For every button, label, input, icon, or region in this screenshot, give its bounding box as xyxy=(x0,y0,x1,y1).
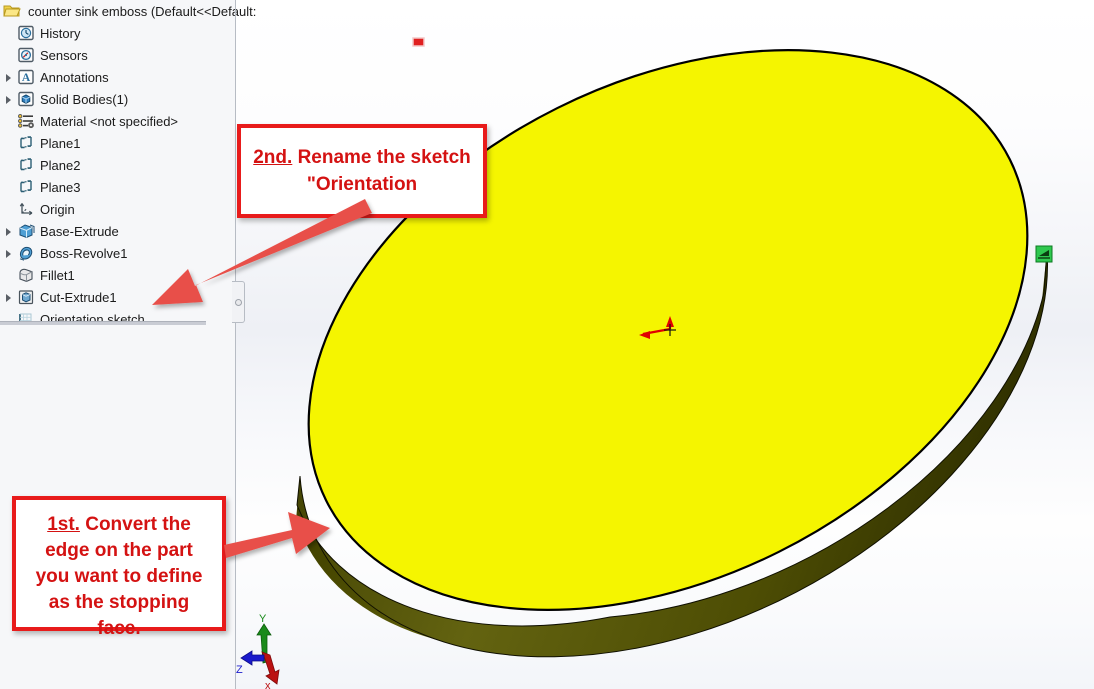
expander[interactable] xyxy=(2,44,16,66)
expander[interactable] xyxy=(2,154,16,176)
tree-item-history[interactable]: History xyxy=(0,22,236,44)
tree-item-annotations[interactable]: A Annotations xyxy=(0,66,236,88)
tree-item-fillet1[interactable]: Fillet1 xyxy=(0,264,236,286)
svg-text:A: A xyxy=(22,72,31,84)
tree-item-plane3-label: Plane3 xyxy=(40,179,81,195)
tree-item-cut-extrude1-label: Cut-Extrude1 xyxy=(40,289,117,305)
expander[interactable] xyxy=(2,132,16,154)
tree-item-solid-bodies[interactable]: Solid Bodies(1) xyxy=(0,88,236,110)
tree-item-solid-bodies-label: Solid Bodies(1) xyxy=(40,91,129,107)
expander[interactable] xyxy=(2,242,16,264)
tree-item-base-extrude-label: Base-Extrude xyxy=(40,223,119,239)
sensors-icon xyxy=(16,46,36,64)
tree-item-plane1[interactable]: Plane1 xyxy=(0,132,236,154)
triad-x-label: x xyxy=(265,680,271,689)
callout-second-step: 2nd. Rename the sketch "Orientation xyxy=(237,124,487,218)
annotations-icon: A xyxy=(16,68,36,86)
tree-item-plane2-label: Plane2 xyxy=(40,157,81,173)
expander[interactable] xyxy=(2,176,16,198)
tree-item-plane2[interactable]: Plane2 xyxy=(0,154,236,176)
tree-item-fillet1-label: Fillet1 xyxy=(40,267,75,283)
history-icon xyxy=(16,24,36,42)
tree-item-sensors-label: Sensors xyxy=(40,47,88,63)
plane-icon xyxy=(16,178,36,196)
callout-second-text: Rename the sketch "Orientation xyxy=(292,147,471,195)
expander[interactable] xyxy=(2,220,16,242)
expander[interactable] xyxy=(2,110,16,132)
cut-extrude-icon xyxy=(16,288,36,306)
tree-item-history-label: History xyxy=(40,25,81,41)
triad-z-label: Z xyxy=(236,664,243,676)
tree-item-plane1-label: Plane1 xyxy=(40,135,81,151)
expander[interactable] xyxy=(2,264,16,286)
expander[interactable] xyxy=(2,22,16,44)
tree-item-sensors[interactable]: Sensors xyxy=(0,44,236,66)
plane-icon xyxy=(16,134,36,152)
tree-item-boss-revolve1-label: Boss-Revolve1 xyxy=(40,245,128,261)
revolve-icon xyxy=(16,244,36,262)
triad-y-label: Y xyxy=(259,613,267,625)
solid-bodies-icon xyxy=(16,90,36,108)
tree-item-material-label: Material <not specified> xyxy=(40,113,179,129)
plane-icon xyxy=(16,156,36,174)
expander[interactable] xyxy=(2,308,16,330)
tree-item-orientation-sketch[interactable]: Orientation sketch xyxy=(0,308,236,330)
callout-first-step: 1st. Convert the edge on the part you wa… xyxy=(12,496,226,639)
origin-icon xyxy=(16,200,36,218)
fillet-icon xyxy=(16,266,36,284)
sketch-icon xyxy=(16,310,36,328)
tree-item-cut-extrude1[interactable]: Cut-Extrude1 xyxy=(0,286,236,308)
expander[interactable] xyxy=(2,66,16,88)
callout-first-number: 1st. xyxy=(47,514,80,535)
coordinate-triad: Y Z x xyxy=(236,613,280,689)
panel-splitter-handle[interactable] xyxy=(232,281,245,323)
expander[interactable] xyxy=(2,286,16,308)
extrude-icon xyxy=(16,222,36,240)
tree-item-base-extrude[interactable]: Base-Extrude xyxy=(0,220,236,242)
callout-second-number: 2nd. xyxy=(253,147,293,168)
red-point-marker-icon[interactable] xyxy=(412,37,425,47)
solidworks-window: Y Z x counter sink emboss (Default<<Defa… xyxy=(0,0,1094,689)
tree-item-plane3[interactable]: Plane3 xyxy=(0,176,236,198)
tree-item-annotations-label: Annotations xyxy=(40,69,109,85)
tree-item-origin[interactable]: Origin xyxy=(0,198,236,220)
feature-tree-list: counter sink emboss (Default<<Default: H… xyxy=(0,0,256,330)
tree-item-root-label: counter sink emboss (Default<<Default: xyxy=(28,3,257,19)
feature-tree-divider xyxy=(0,321,206,325)
on-edge-relation-icon[interactable] xyxy=(1035,245,1053,263)
expander[interactable] xyxy=(2,88,16,110)
tree-item-material[interactable]: Material <not specified> xyxy=(0,110,236,132)
tree-item-root[interactable]: counter sink emboss (Default<<Default: xyxy=(0,0,256,22)
tree-item-origin-label: Origin xyxy=(40,201,75,217)
material-icon xyxy=(16,112,36,130)
tree-item-boss-revolve1[interactable]: Boss-Revolve1 xyxy=(0,242,236,264)
expander[interactable] xyxy=(2,198,16,220)
part-document-icon xyxy=(2,2,24,20)
